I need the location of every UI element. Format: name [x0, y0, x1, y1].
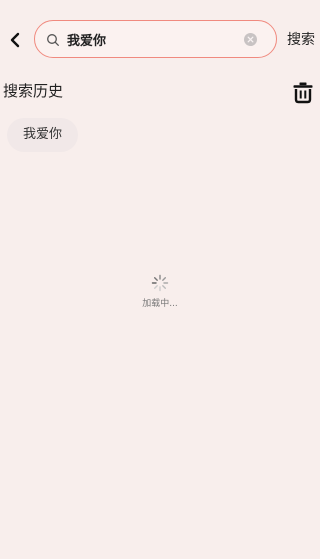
search-input[interactable] — [67, 21, 237, 57]
spinner-icon — [151, 274, 169, 292]
search-icon — [47, 34, 59, 46]
loading-indicator: 加载中... — [120, 274, 200, 309]
clear-circle-icon[interactable] — [244, 33, 257, 46]
top-bar: 搜索 — [0, 0, 320, 80]
trash-icon — [293, 82, 313, 104]
clear-history-button[interactable] — [292, 80, 314, 104]
back-button[interactable] — [4, 28, 26, 52]
chevron-left-icon — [10, 32, 20, 48]
history-title: 搜索历史 — [3, 82, 64, 100]
history-item-chip[interactable]: 我爱你 — [7, 118, 79, 152]
search-box[interactable] — [34, 20, 277, 58]
loading-text: 加载中... — [142, 299, 178, 309]
search-button[interactable]: 搜索 — [287, 29, 315, 49]
